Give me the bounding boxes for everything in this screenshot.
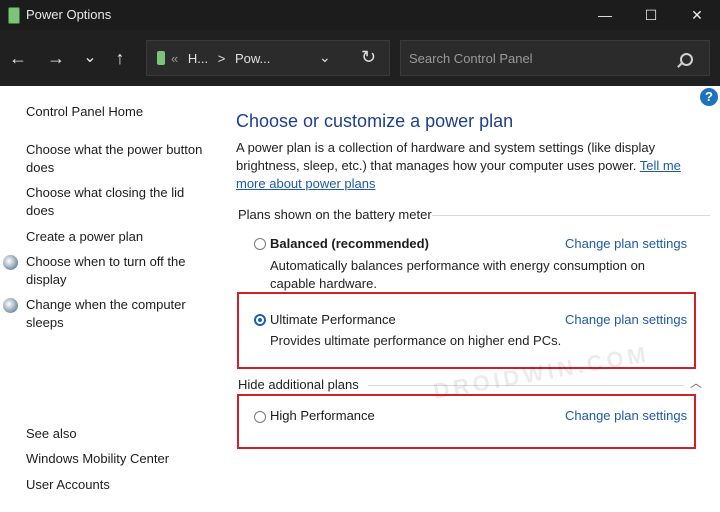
change-plan-settings-balanced[interactable]: Change plan settings — [565, 236, 687, 251]
refresh-icon[interactable]: ↻ — [361, 47, 376, 68]
address-bar[interactable]: « H... > Pow... ⌄ ↻ — [146, 40, 390, 76]
hide-additional-plans[interactable]: Hide additional plans — [238, 377, 359, 392]
sidebar-control-panel-home[interactable]: Control Panel Home — [26, 103, 143, 121]
balanced-radio[interactable] — [254, 238, 266, 250]
plan-desc-balanced: Automatically balances performance with … — [270, 258, 646, 291]
breadcrumb-hardware[interactable]: H... — [188, 51, 208, 66]
navigation-bar: ← → ⌄ ↑ « H... > Pow... ⌄ ↻ Search Contr… — [0, 30, 720, 86]
close-button[interactable]: ✕ — [674, 0, 720, 30]
see-also-label: See also — [26, 426, 77, 441]
sidebar-mobility-center[interactable]: Windows Mobility Center — [26, 450, 169, 468]
section-divider — [432, 215, 710, 216]
description-text: A power plan is a collection of hardware… — [236, 140, 656, 173]
sidebar-power-button[interactable]: Choose what the power button does — [26, 141, 206, 177]
search-icon[interactable] — [680, 53, 693, 66]
window-title: Power Options — [26, 7, 112, 22]
plan-name-high-performance[interactable]: High Performance — [270, 408, 375, 423]
collapse-chevron-icon[interactable]: ︿ — [690, 374, 702, 391]
plan-name-balanced[interactable]: Balanced (recommended) — [270, 236, 429, 251]
up-arrow-icon[interactable]: ↑ — [108, 46, 132, 70]
recent-locations-chevron-icon[interactable]: ⌄ — [78, 46, 102, 70]
plan-name-ultimate[interactable]: Ultimate Performance — [270, 312, 396, 327]
change-plan-settings-ultimate[interactable]: Change plan settings — [565, 312, 687, 327]
help-icon[interactable]: ? — [700, 88, 718, 106]
sidebar-user-accounts[interactable]: User Accounts — [26, 476, 110, 494]
breadcrumb-power-options[interactable]: Pow... — [235, 51, 270, 66]
sleep-icon — [3, 298, 18, 313]
display-icon — [3, 255, 18, 270]
sidebar-create-power-plan[interactable]: Create a power plan — [26, 228, 143, 246]
address-dropdown-icon[interactable]: ⌄ — [319, 49, 331, 66]
sidebar-closing-lid[interactable]: Choose what closing the lid does — [26, 184, 186, 220]
battery-icon — [157, 51, 165, 65]
battery-meter-section-label: Plans shown on the battery meter — [238, 207, 432, 222]
plan-desc-ultimate: Provides ultimate performance on higher … — [270, 333, 562, 348]
minimize-button[interactable]: — — [582, 0, 628, 30]
ultimate-performance-radio[interactable] — [254, 314, 266, 326]
back-arrow-icon[interactable]: ← — [6, 46, 30, 70]
page-title: Choose or customize a power plan — [236, 111, 514, 131]
maximize-button[interactable]: ☐ — [628, 0, 674, 30]
forward-arrow-icon[interactable]: → — [44, 46, 68, 70]
breadcrumb-arrow-icon: > — [217, 51, 226, 66]
change-plan-settings-high-performance[interactable]: Change plan settings — [565, 408, 687, 423]
page-description: A power plan is a collection of hardware… — [236, 139, 708, 193]
sidebar-computer-sleeps[interactable]: Change when the computer sleeps — [26, 296, 196, 332]
title-bar: Power Options — ☐ ✕ — [0, 0, 720, 30]
high-performance-radio[interactable] — [254, 411, 266, 423]
address-separator: « — [171, 51, 179, 66]
sidebar-turn-off-display[interactable]: Choose when to turn off the display — [26, 253, 196, 289]
search-box[interactable]: Search Control Panel — [400, 40, 710, 76]
battery-icon — [8, 7, 20, 24]
search-input[interactable]: Search Control Panel — [409, 51, 533, 66]
